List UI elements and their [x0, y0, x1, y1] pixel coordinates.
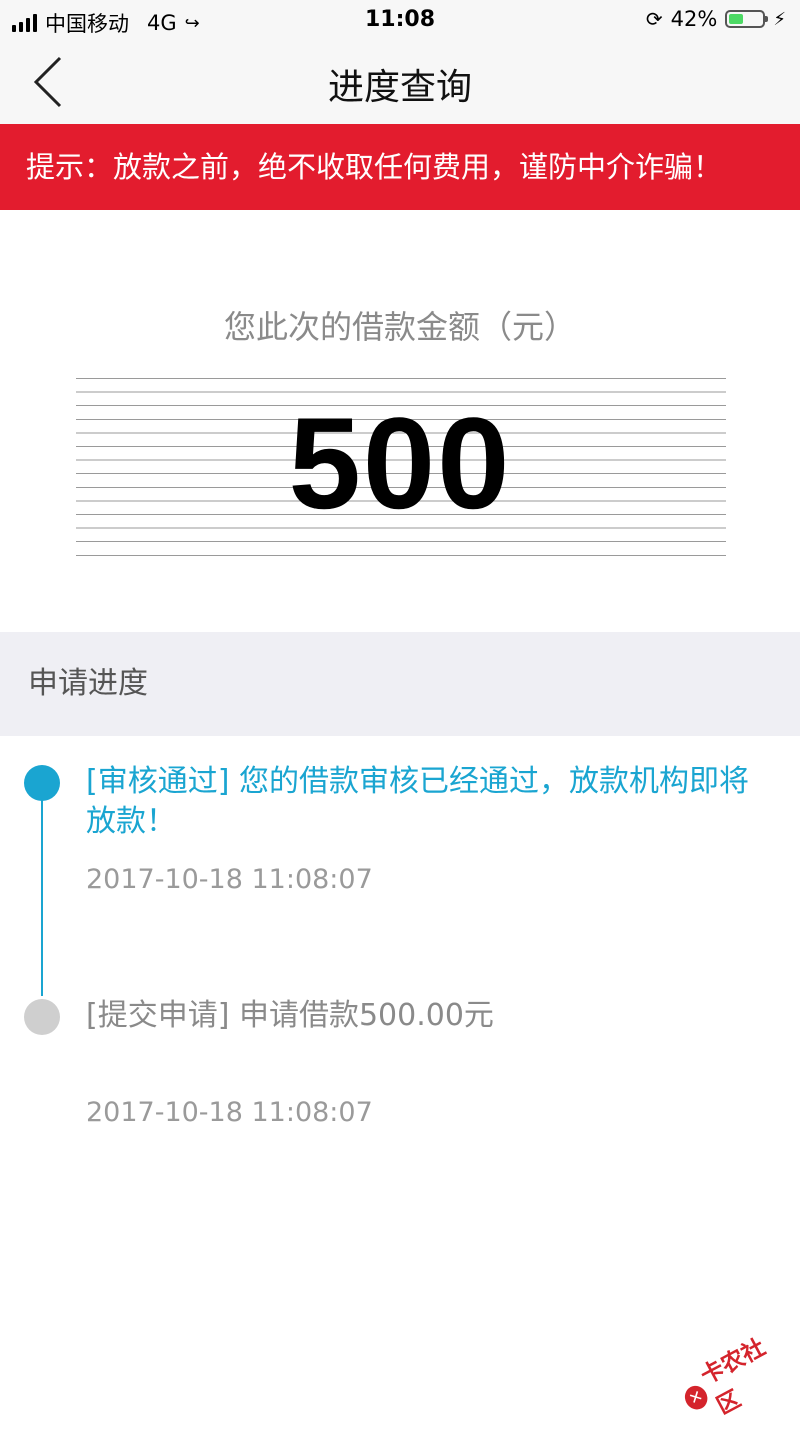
rotation-lock-icon: ⟳	[645, 7, 663, 31]
progress-section-header: 申请进度	[0, 632, 800, 736]
status-bar: 中国移动 4G ↪ 11:08 ⟳ 42% ⚡	[0, 0, 800, 40]
battery-icon	[725, 10, 769, 28]
timeline-dot-active	[24, 765, 60, 801]
nav-bar: 进度查询	[0, 40, 800, 124]
page-title: 进度查询	[327, 67, 472, 108]
progress-step-approved-time: 2017-10-18 11:08:07	[86, 864, 373, 895]
battery-percent: 42%	[670, 7, 718, 31]
progress-step-submitted-text: [提交申请] 申请借款500.00元	[86, 998, 494, 1033]
watermark-text: 卡农社区	[696, 1334, 770, 1420]
watermark: ✕ 卡农社区	[672, 1325, 797, 1430]
loan-amount-label: 您此次的借款金额（元）	[223, 308, 576, 346]
timeline-dot-inactive	[24, 999, 60, 1035]
progress-step-approved-text: [审核通过] 您的借款审核已经通过，放款机构即将放款！	[86, 764, 749, 839]
status-right: ⟳ 42% ⚡	[646, 7, 786, 31]
fraud-warning-banner: 提示：放款之前，绝不收取任何费用，谨防中介诈骗！	[0, 124, 800, 210]
charging-icon: ⚡	[773, 8, 786, 30]
loan-amount-value: 500	[288, 390, 512, 536]
timeline-connector	[41, 782, 43, 996]
progress-step-submitted-time: 2017-10-18 11:08:07	[86, 1097, 373, 1128]
